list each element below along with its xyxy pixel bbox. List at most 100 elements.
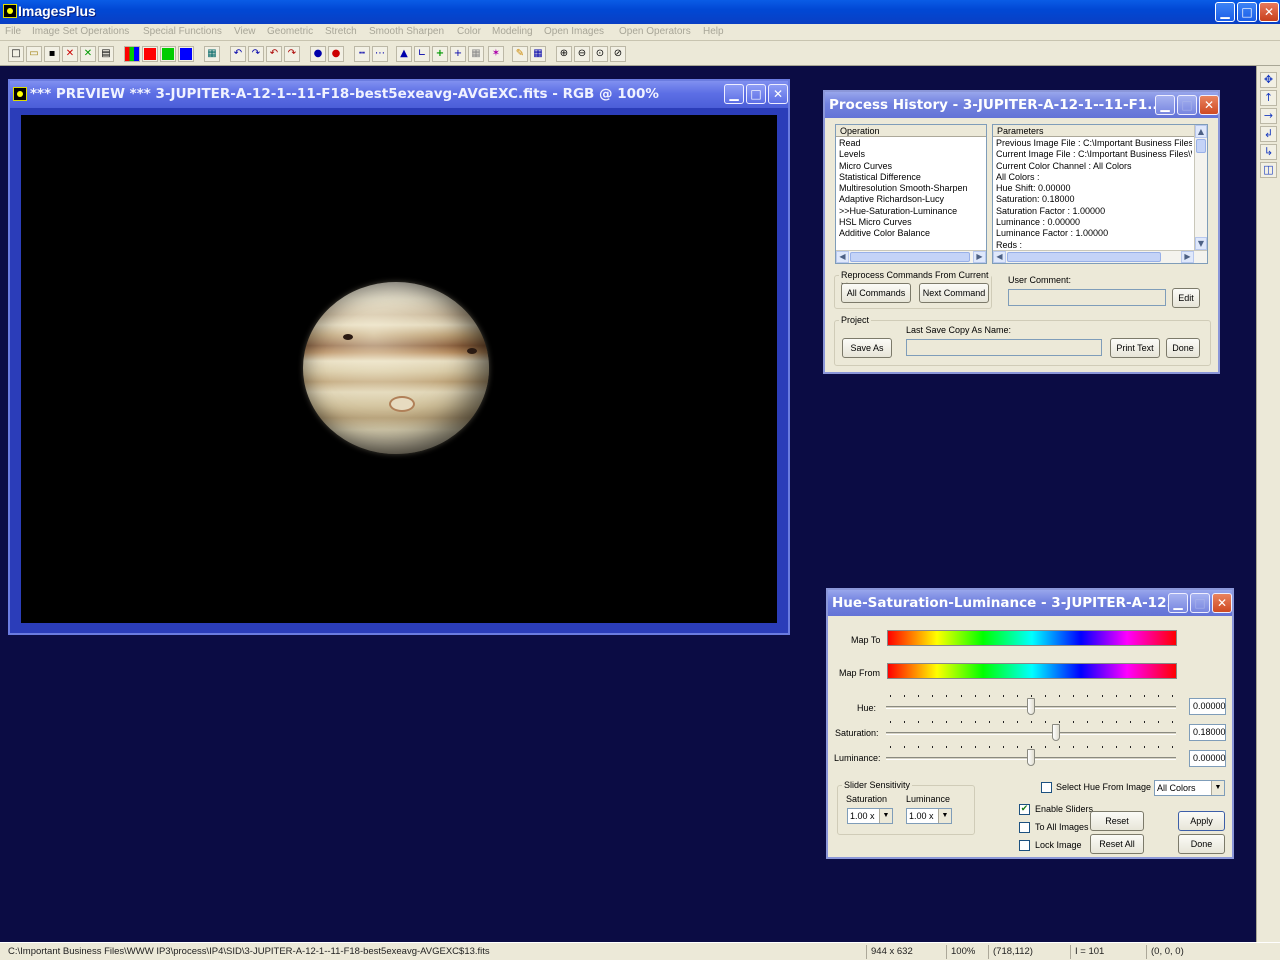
scroll-thumb[interactable] bbox=[1196, 139, 1206, 153]
hue-value-field[interactable]: 0.00000 bbox=[1189, 698, 1226, 715]
next-command-button[interactable]: Next Command bbox=[919, 283, 989, 303]
select-hue-checkbox[interactable] bbox=[1041, 782, 1052, 793]
zoom-fit-icon[interactable]: ⊙ bbox=[592, 46, 608, 62]
menu-modeling[interactable]: Modeling bbox=[492, 26, 533, 37]
list-item[interactable]: Luminance Factor : 1.00000 bbox=[996, 228, 1192, 239]
line-icon[interactable]: ┅ bbox=[354, 46, 370, 62]
slider-thumb[interactable] bbox=[1027, 698, 1035, 715]
hue-slider[interactable] bbox=[886, 695, 1176, 719]
hsl-titlebar[interactable]: Hue-Saturation-Luminance - 3-JUPITER-A-1… bbox=[828, 590, 1232, 616]
ph-done-button[interactable]: Done bbox=[1166, 338, 1200, 358]
rotate-right-icon[interactable]: ↳ bbox=[1260, 144, 1277, 160]
zoom-out-icon[interactable]: ⊖ bbox=[574, 46, 590, 62]
red-channel-icon[interactable] bbox=[142, 46, 158, 62]
close-icon[interactable]: ✕ bbox=[1259, 2, 1279, 22]
crosshair-blue-icon[interactable]: + bbox=[450, 46, 466, 62]
preview-close-icon[interactable]: ✕ bbox=[768, 84, 788, 104]
grid-icon[interactable]: ▦ bbox=[468, 46, 484, 62]
rotate-left-icon[interactable]: ↲ bbox=[1260, 126, 1277, 142]
close-all-icon[interactable]: ✕ bbox=[80, 46, 96, 62]
preview-titlebar[interactable]: *** PREVIEW *** 3-JUPITER-A-12-1--11-F18… bbox=[10, 81, 788, 108]
menu-special-functions[interactable]: Special Functions bbox=[143, 26, 222, 37]
list-item[interactable]: Previous Image File : C:\Important Busin… bbox=[996, 138, 1192, 149]
menu-color[interactable]: Color bbox=[457, 26, 481, 37]
scroll-right-icon[interactable]: ▶ bbox=[973, 251, 986, 263]
histogram-icon[interactable]: ▲ bbox=[396, 46, 412, 62]
crosshair-icon[interactable]: + bbox=[432, 46, 448, 62]
list-item[interactable]: Multiresolution Smooth-Sharpen bbox=[839, 183, 968, 194]
list-item[interactable]: Read bbox=[839, 138, 968, 149]
menu-file[interactable]: File bbox=[5, 26, 21, 37]
to-all-images-checkbox[interactable] bbox=[1019, 822, 1030, 833]
map-to-spectrum[interactable] bbox=[887, 630, 1177, 646]
pencil-icon[interactable]: ✎ bbox=[512, 46, 528, 62]
axis-icon[interactable]: ∟ bbox=[414, 46, 430, 62]
scroll-thumb[interactable] bbox=[1007, 252, 1161, 262]
list-item[interactable]: Luminance : 0.00000 bbox=[996, 217, 1192, 228]
dotted-line-icon[interactable]: ⋯ bbox=[372, 46, 388, 62]
list-item[interactable]: >>Hue-Saturation-Luminance bbox=[839, 206, 968, 217]
flip-icon[interactable]: ◫ bbox=[1260, 162, 1277, 178]
list-item[interactable]: Additive Color Balance bbox=[839, 228, 968, 239]
saturation-slider[interactable] bbox=[886, 721, 1176, 745]
menu-open-operators[interactable]: Open Operators bbox=[619, 26, 691, 37]
hsl-done-button[interactable]: Done bbox=[1178, 834, 1225, 854]
luminance-slider[interactable] bbox=[886, 746, 1176, 770]
color-select[interactable]: All Colors ▼ bbox=[1154, 780, 1225, 796]
parameters-list[interactable]: Parameters Previous Image File : C:\Impo… bbox=[992, 124, 1208, 264]
preview-minimize-icon[interactable]: ▁ bbox=[724, 84, 744, 104]
menu-view[interactable]: View bbox=[234, 26, 256, 37]
sens-saturation-select[interactable]: 1.00 x ▼ bbox=[847, 808, 893, 824]
open-icon[interactable]: ▭ bbox=[26, 46, 42, 62]
list-item[interactable]: Current Color Channel : All Colors bbox=[996, 161, 1192, 172]
hsl-dialog[interactable]: Hue-Saturation-Luminance - 3-JUPITER-A-1… bbox=[826, 588, 1234, 859]
table-icon[interactable]: ▦ bbox=[530, 46, 546, 62]
all-commands-button[interactable]: All Commands bbox=[841, 283, 911, 303]
slider-thumb[interactable] bbox=[1052, 724, 1060, 741]
chevron-down-icon[interactable]: ▼ bbox=[879, 809, 892, 823]
luminance-value-field[interactable]: 0.00000 bbox=[1189, 750, 1226, 767]
list-item[interactable]: HSL Micro Curves bbox=[839, 217, 968, 228]
menu-geometric[interactable]: Geometric bbox=[267, 26, 313, 37]
stars-icon[interactable]: ✶ bbox=[488, 46, 504, 62]
list-item[interactable]: Micro Curves bbox=[839, 161, 968, 172]
print-icon[interactable]: ▤ bbox=[98, 46, 114, 62]
blue-channel-icon[interactable] bbox=[178, 46, 194, 62]
operation-list[interactable]: Operation Read Levels Micro Curves Stati… bbox=[835, 124, 987, 264]
point-red-icon[interactable]: ● bbox=[328, 46, 344, 62]
map-from-spectrum[interactable] bbox=[887, 663, 1177, 679]
sens-luminance-select[interactable]: 1.00 x ▼ bbox=[906, 808, 952, 824]
calculator-icon[interactable]: ▦ bbox=[204, 46, 220, 62]
arrow-up-icon[interactable]: ↑ bbox=[1260, 90, 1277, 106]
list-item[interactable]: All Colors : bbox=[996, 172, 1192, 183]
list-item[interactable]: Levels bbox=[839, 149, 968, 160]
new-icon[interactable]: □ bbox=[8, 46, 24, 62]
preview-window[interactable]: *** PREVIEW *** 3-JUPITER-A-12-1--11-F18… bbox=[8, 79, 790, 635]
menu-stretch[interactable]: Stretch bbox=[325, 26, 357, 37]
print-text-button[interactable]: Print Text bbox=[1110, 338, 1160, 358]
undo-all-icon[interactable]: ↶ bbox=[266, 46, 282, 62]
list-item[interactable]: Statistical Difference bbox=[839, 172, 968, 183]
user-comment-field[interactable] bbox=[1008, 289, 1166, 306]
operation-hscroll[interactable]: ◀ ▶ bbox=[836, 250, 986, 263]
hsl-close-icon[interactable]: ✕ bbox=[1212, 593, 1232, 613]
undo-icon[interactable]: ↶ bbox=[230, 46, 246, 62]
save-as-button[interactable]: Save As bbox=[842, 338, 892, 358]
zoom-in-icon[interactable]: ⊕ bbox=[556, 46, 572, 62]
slider-thumb[interactable] bbox=[1027, 749, 1035, 766]
edit-button[interactable]: Edit bbox=[1172, 288, 1200, 308]
apply-button[interactable]: Apply bbox=[1178, 811, 1225, 831]
image-canvas[interactable] bbox=[21, 115, 777, 623]
save-icon[interactable]: ▪ bbox=[44, 46, 60, 62]
chevron-down-icon[interactable]: ▼ bbox=[938, 809, 951, 823]
menu-help[interactable]: Help bbox=[703, 26, 724, 37]
chevron-down-icon[interactable]: ▼ bbox=[1211, 781, 1224, 795]
list-item[interactable]: Saturation: 0.18000 bbox=[996, 194, 1192, 205]
maximize-icon[interactable]: □ bbox=[1237, 2, 1257, 22]
list-item[interactable]: Current Image File : C:\Important Busine… bbox=[996, 149, 1192, 160]
menu-open-images[interactable]: Open Images bbox=[544, 26, 604, 37]
menu-image-set-operations[interactable]: Image Set Operations bbox=[32, 26, 129, 37]
scroll-thumb[interactable] bbox=[850, 252, 970, 262]
list-item[interactable]: Hue Shift: 0.00000 bbox=[996, 183, 1192, 194]
parameters-vscroll[interactable]: ▲ ▼ bbox=[1194, 125, 1207, 250]
